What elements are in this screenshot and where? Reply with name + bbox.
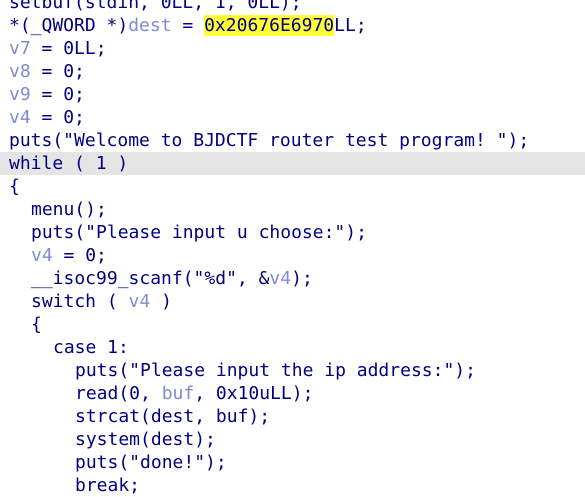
pseudocode-view[interactable]: setbuf(stdin, 0LL, 1, 0LL); *(_QWORD *)d…	[0, 0, 585, 497]
code-line-puts-welcome[interactable]: puts("Welcome to BJDCTF router test prog…	[0, 129, 585, 152]
code-text: = 0;	[30, 107, 85, 128]
code-text: )	[150, 291, 172, 312]
code-line-v4-init[interactable]: v4 = 0;	[0, 106, 585, 129]
code-text: = 0;	[30, 61, 85, 82]
code-text: puts("Please input the ip address:");	[75, 360, 476, 381]
code-line-scanf[interactable]: __isoc99_scanf("%d", &v4);	[0, 267, 585, 290]
code-line-v8[interactable]: v8 = 0;	[0, 60, 585, 83]
code-line-puts-choose[interactable]: puts("Please input u choose:");	[0, 221, 585, 244]
code-line-puts-ip[interactable]: puts("Please input the ip address:");	[0, 359, 585, 382]
code-text: buf	[215, 406, 249, 427]
variable-v9[interactable]: v9	[9, 84, 31, 105]
code-text: setbuf(stdin, 0LL, 1, 0LL);	[9, 0, 302, 13]
code-text: {	[31, 314, 42, 335]
code-text: *(_QWORD *)	[9, 15, 129, 36]
variable-buf[interactable]: buf	[162, 383, 195, 404]
code-text: = 0;	[30, 84, 85, 105]
code-line-switch[interactable]: switch ( v4 )	[0, 290, 585, 313]
code-text: break;	[75, 475, 141, 496]
variable-v4[interactable]: v4	[9, 107, 31, 128]
code-text: puts("done!");	[75, 452, 227, 473]
code-text: while ( 1 )	[9, 153, 129, 174]
code-line-v4-reset[interactable]: v4 = 0;	[0, 244, 585, 267]
code-text: dest	[150, 429, 195, 450]
code-line-v9[interactable]: v9 = 0;	[0, 83, 585, 106]
code-line-dest-assign[interactable]: *(_QWORD *)dest = 0x20676E6970LL;	[0, 14, 585, 37]
code-line-v7[interactable]: v7 = 0LL;	[0, 37, 585, 60]
code-text: );	[291, 268, 313, 289]
code-text: menu();	[31, 199, 107, 220]
variable-v4[interactable]: v4	[269, 268, 291, 289]
code-text: , 0x10uLL);	[194, 383, 314, 404]
variable-v7[interactable]: v7	[9, 38, 31, 59]
highlighted-constant[interactable]: 0x20676E6970	[204, 15, 335, 36]
code-text: ,	[194, 406, 216, 427]
code-line-open-brace[interactable]: {	[0, 175, 585, 198]
code-text: LL;	[334, 15, 367, 36]
code-line-menu[interactable]: menu();	[0, 198, 585, 221]
code-line-puts-done[interactable]: puts("done!");	[0, 451, 585, 474]
variable-v4[interactable]: v4	[31, 245, 53, 266]
code-line-system[interactable]: system(dest);	[0, 428, 585, 451]
code-text: case 1:	[53, 337, 129, 358]
variable-v8[interactable]: v8	[9, 61, 31, 82]
code-text: );	[194, 429, 216, 450]
code-line-switch-brace[interactable]: {	[0, 313, 585, 336]
code-text: __isoc99_scanf("%d", &	[31, 268, 270, 289]
code-text: dest	[150, 406, 195, 427]
code-text: strcat(	[75, 406, 151, 427]
code-text: = 0;	[52, 245, 107, 266]
code-text: read(0,	[75, 383, 162, 404]
code-line-while-current[interactable]: while ( 1 )	[0, 152, 585, 175]
code-line-case-1[interactable]: case 1:	[0, 336, 585, 359]
code-text: puts("Please input u choose:");	[31, 222, 367, 243]
code-line-break[interactable]: break;	[0, 474, 585, 497]
code-text: {	[9, 176, 20, 197]
code-text: =	[171, 15, 205, 36]
variable-v4[interactable]: v4	[129, 291, 151, 312]
code-text: switch (	[31, 291, 129, 312]
code-line-strcat[interactable]: strcat(dest, buf);	[0, 405, 585, 428]
code-text: system(	[75, 429, 151, 450]
code-text: = 0LL;	[30, 38, 107, 59]
code-text: );	[248, 406, 271, 427]
code-text: puts("Welcome to BJDCTF router test prog…	[9, 130, 530, 151]
variable-dest[interactable]: dest	[128, 15, 171, 36]
code-line-setbuf[interactable]: setbuf(stdin, 0LL, 1, 0LL);	[0, 0, 585, 14]
code-line-read[interactable]: read(0, buf, 0x10uLL);	[0, 382, 585, 405]
